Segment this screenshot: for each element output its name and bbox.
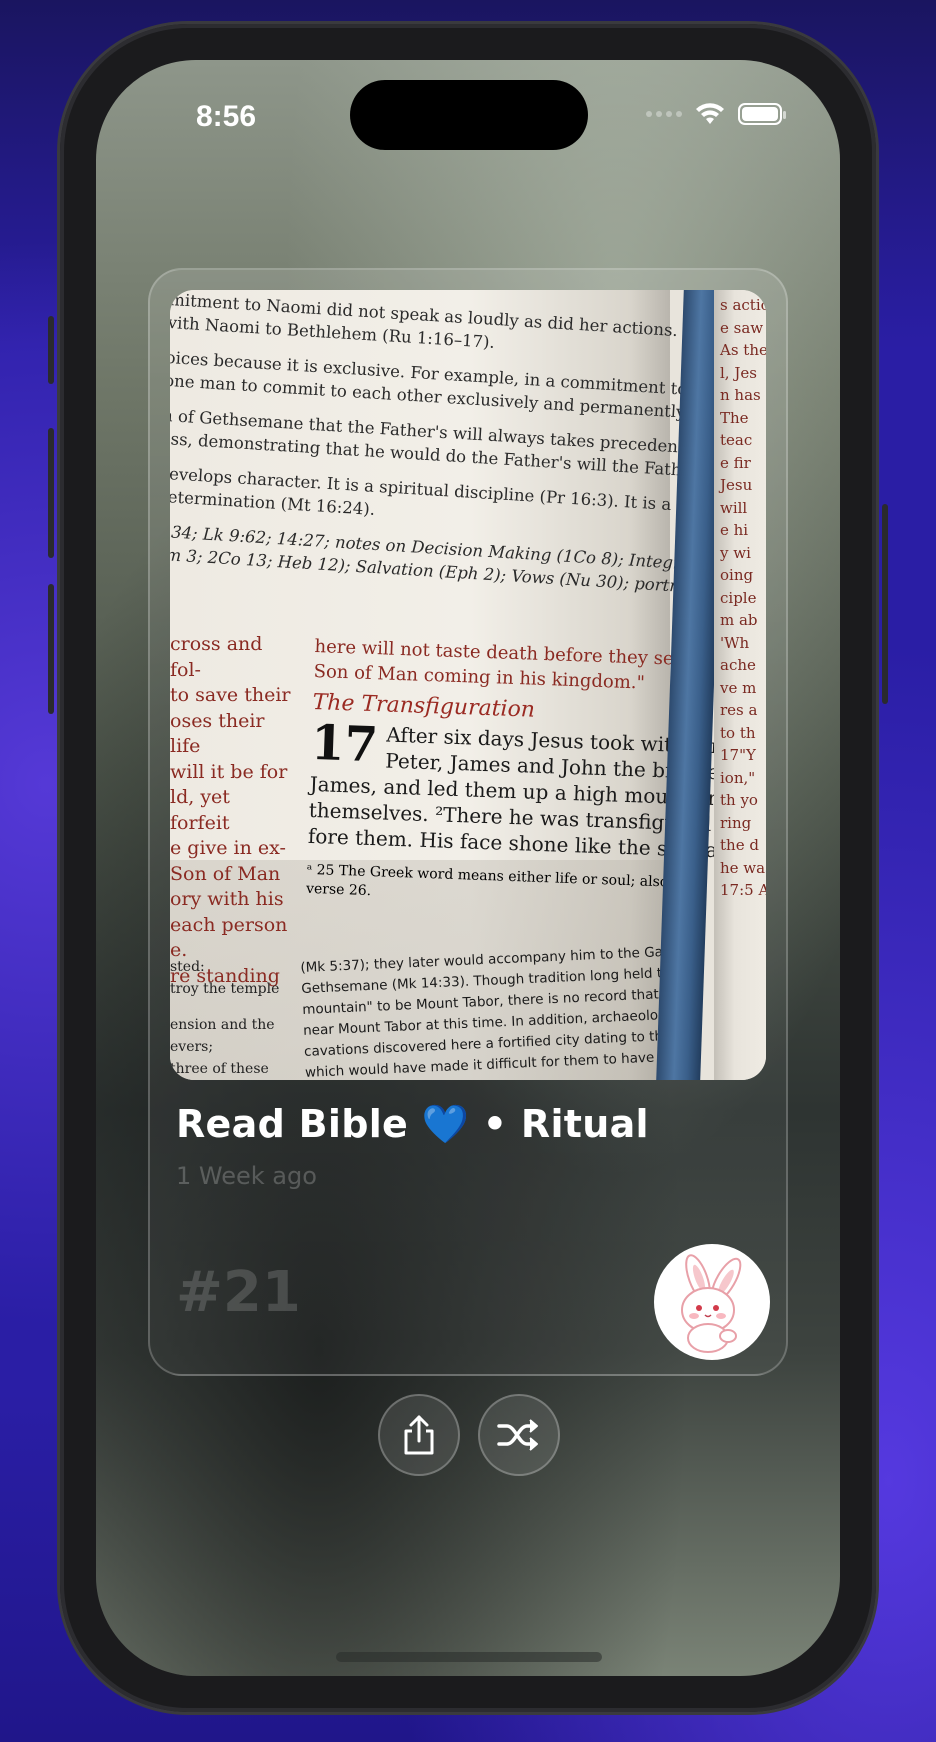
text-line: 17:5 At (720, 881, 766, 899)
text-line: oses their life (170, 709, 265, 758)
left-column-text: cross and fol- to save their oses their … (170, 632, 295, 989)
text-line: Jesu (720, 476, 753, 494)
wifi-icon (696, 103, 724, 124)
text-line: l, Jes (720, 363, 757, 382)
entry-card[interactable]: mitment to Naomi did not speak as loudly… (148, 268, 788, 1376)
text-line: e fir (720, 453, 751, 472)
text-line: m ab (720, 611, 758, 629)
dynamic-island (350, 80, 588, 150)
text-line: e hi (720, 521, 749, 539)
text-line: he was (720, 858, 766, 877)
text-line: ld, yet forfeit (170, 786, 230, 834)
share-button[interactable] (378, 1394, 460, 1476)
chapter-number: 17 (310, 714, 379, 774)
entry-photo[interactable]: mitment to Naomi did not speak as loudly… (170, 290, 766, 1080)
book-page-right: s action; it e saw As the l, Jes n has The tea… (714, 290, 766, 1080)
text-line: troy the temple (170, 981, 280, 997)
text-line: sted: (170, 959, 205, 975)
shuffle-icon (497, 1419, 538, 1451)
entry-title: Read Bible 💙 • Ritual (176, 1102, 649, 1146)
text-line: to save their (170, 684, 291, 706)
shuffle-button[interactable] (478, 1394, 560, 1476)
text-line: ension and the (170, 1017, 275, 1033)
text-line: cross and fol- (170, 633, 263, 681)
text-line: n has (720, 386, 761, 404)
text-line: ve m (720, 678, 757, 697)
text-line: th yo (720, 791, 758, 809)
text-line: oing (720, 566, 754, 584)
cellular-signal-icon (646, 111, 682, 117)
text-line: As the (720, 341, 766, 359)
text-line: ache (720, 656, 756, 674)
share-icon (404, 1415, 434, 1455)
bottom-text: (Mk 5:37); they later would accompany hi… (300, 941, 695, 1080)
text-line: to th (720, 723, 756, 742)
text-line: three of these (170, 1061, 269, 1077)
battery-icon (738, 103, 786, 125)
text-line: evers; (170, 1039, 214, 1055)
text-line: e give in ex- (170, 837, 286, 859)
text-line: s action; it (720, 296, 766, 314)
text-line: each person (170, 913, 288, 936)
text-line (170, 1000, 280, 1014)
text-line: ring (720, 813, 752, 832)
page-text-top: mitment to Naomi did not speak as loudly… (170, 290, 766, 597)
status-time: 8:56 (196, 100, 257, 133)
avatar[interactable] (654, 1244, 770, 1360)
status-icons (646, 102, 786, 126)
text-line: will (720, 498, 748, 517)
text-line: The (720, 408, 749, 427)
mute-switch (48, 316, 54, 384)
home-indicator[interactable] (336, 1652, 602, 1662)
bunny-sticker-icon (681, 1254, 742, 1353)
entry-timestamp: 1 Week ago (176, 1162, 317, 1190)
text-line: teac (720, 431, 753, 449)
bottom-left-text: sted: troy the temple ension and the eve… (170, 956, 280, 1080)
text-line: 'Wh (720, 633, 750, 652)
main-column-text: here will not taste death before they se… (306, 634, 755, 912)
volume-down-button (48, 584, 54, 714)
text-line: y wi (720, 543, 751, 562)
entry-number: #21 (176, 1260, 301, 1325)
text-line: ciple (720, 588, 757, 607)
right-column-text: s action; it e saw As the l, Jes n has The tea… (714, 290, 766, 902)
text-line: ion," (720, 768, 756, 787)
power-button (882, 504, 888, 704)
volume-up-button (48, 428, 54, 558)
text-line: Son of Man (170, 862, 281, 885)
text-line: res a (720, 701, 758, 719)
text-line: will it be for (170, 760, 288, 783)
phone-screen: 8:56 mitment to Naomi did not speak as l… (96, 60, 840, 1676)
text-line: 17"Y (720, 746, 756, 764)
text-line: the d (720, 836, 759, 854)
text-line: ory with his (170, 888, 284, 910)
text-line: e saw (720, 318, 764, 337)
